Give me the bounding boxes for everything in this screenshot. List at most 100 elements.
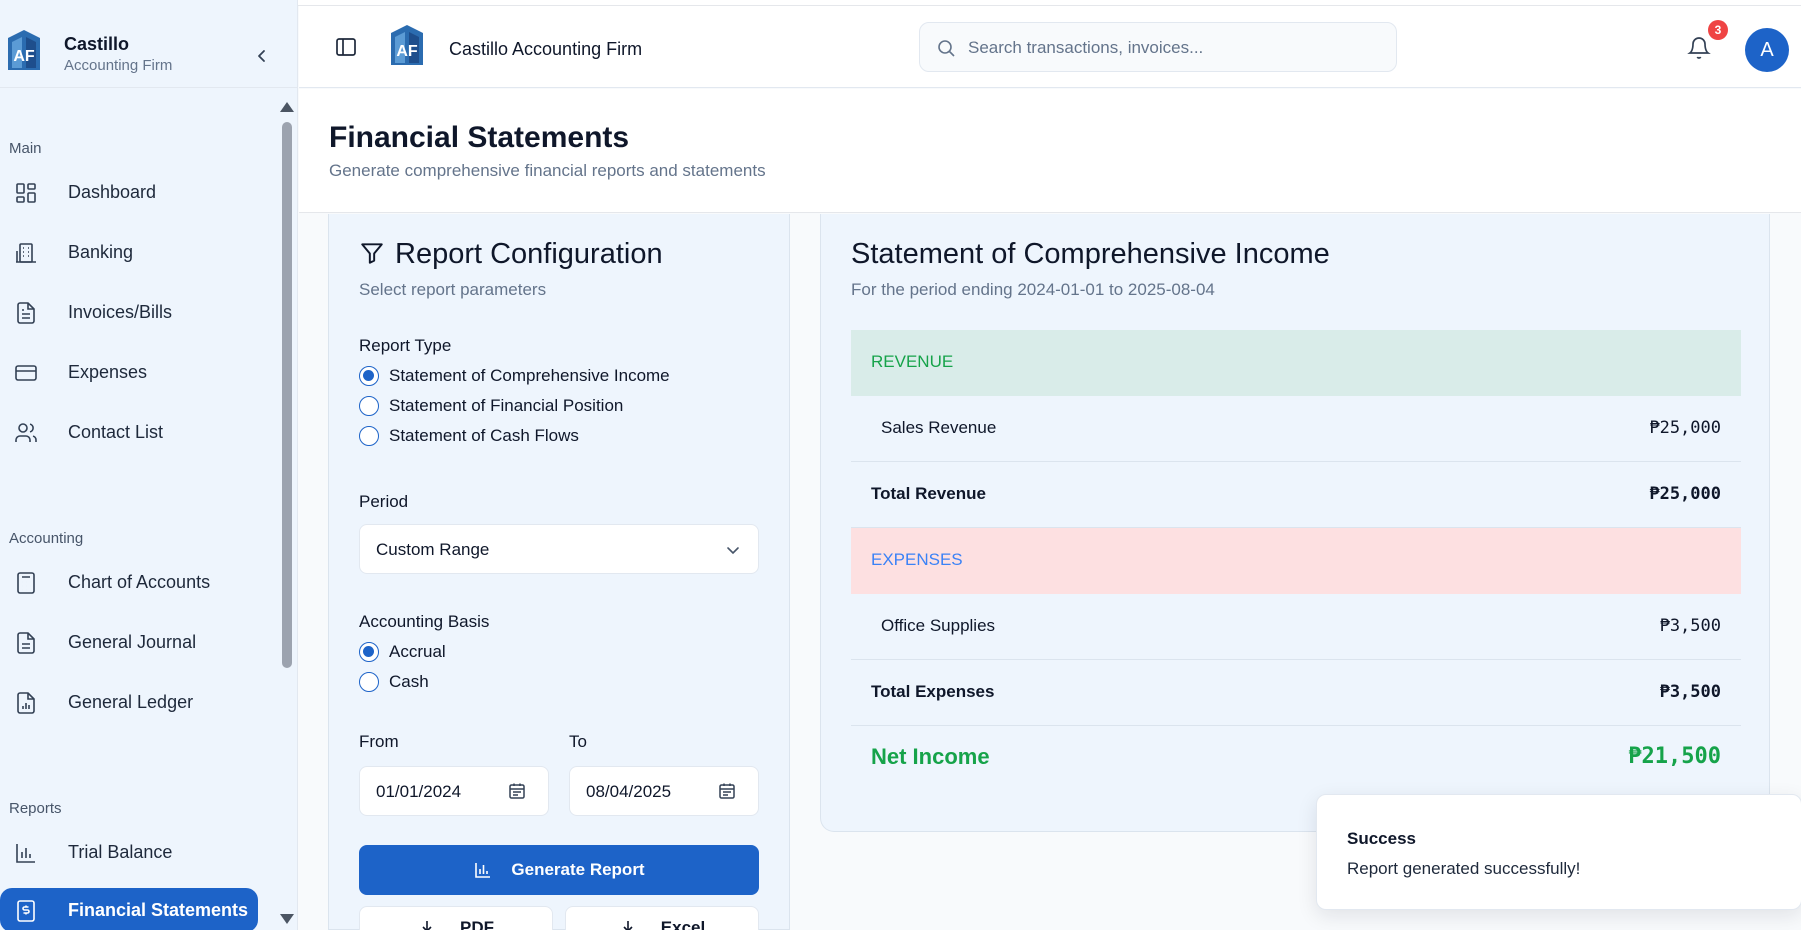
sidebar: AF Castillo Accounting Firm Main Dashboa… (0, 0, 298, 930)
firm-logo-icon: AF (391, 25, 423, 65)
radio-dot[interactable] (359, 426, 379, 446)
line-value: ₱25,000 (1649, 418, 1721, 438)
sidebar-item-label: Contact List (68, 421, 164, 442)
total-revenue-value: ₱25,000 (1649, 484, 1721, 504)
radio-dot[interactable] (359, 672, 379, 692)
total-revenue-label: Total Revenue (871, 484, 986, 503)
generate-report-label: Generate Report (511, 860, 645, 879)
report-type-label: Report Type (359, 336, 452, 355)
sidebar-item-general-ledger[interactable]: General Ledger (0, 680, 258, 724)
page-description: Generate comprehensive financial reports… (329, 161, 766, 180)
statement-card: Statement of Comprehensive Income For th… (820, 214, 1770, 832)
statement-title: Statement of Comprehensive Income (851, 238, 1330, 270)
sidebar-item-label: Trial Balance (68, 841, 173, 862)
chevron-left-icon (258, 50, 265, 62)
line-value: ₱3,500 (1659, 616, 1721, 636)
sidebar-item-dashboard[interactable]: Dashboard (0, 170, 258, 214)
sidebar-scrollbar[interactable] (278, 98, 298, 930)
calendar-icon[interactable] (508, 782, 526, 800)
sidebar-item-invoices-bills[interactable]: Invoices/Bills (0, 290, 258, 334)
users-icon (15, 423, 37, 442)
sidebar-collapse-button[interactable] (250, 44, 274, 68)
scrollbar-thumb[interactable] (282, 122, 292, 668)
total-expenses-label: Total Expenses (871, 682, 995, 701)
radio-dot[interactable] (359, 396, 379, 416)
page-header: Financial Statements Generate comprehens… (299, 89, 1801, 213)
top-header: AF Castillo Accounting Firm 3 A (299, 6, 1801, 88)
sidebar-toggle-icon[interactable] (335, 36, 357, 58)
line-label: Office Supplies (881, 616, 996, 635)
section-label-accounting: Accounting (9, 530, 84, 547)
sidebar-nav: Main Dashboard Banking Invoices/Bills Ex… (0, 98, 280, 930)
accounting-basis-label: Accounting Basis (359, 612, 490, 631)
search-icon (938, 40, 955, 57)
dashboard-icon (16, 183, 36, 203)
radio-cash-flows[interactable]: Statement of Cash Flows (359, 424, 579, 448)
search-input[interactable] (968, 33, 1378, 63)
export-excel-label: Excel (660, 918, 706, 930)
radio-dot-selected[interactable] (359, 366, 379, 386)
sidebar-brand: AF Castillo Accounting Firm (0, 6, 298, 88)
report-configuration-card: Report Configuration Select report param… (328, 214, 790, 930)
radio-dot-selected[interactable] (359, 642, 379, 662)
success-toast[interactable]: Success Report generated successfully! (1316, 794, 1801, 910)
calendar-icon[interactable] (718, 782, 736, 800)
bar-chart-icon (16, 844, 35, 863)
scroll-up-arrow-icon[interactable] (280, 102, 294, 112)
net-income-label: Net Income (871, 744, 990, 769)
radio-label: Cash (389, 672, 429, 691)
to-date-value: 08/04/2025 (586, 782, 672, 801)
statement-period: For the period ending 2024-01-01 to 2025… (851, 280, 1215, 299)
generate-report-button[interactable]: Generate Report (359, 845, 759, 895)
revenue-section-header: REVENUE (851, 330, 1741, 396)
export-pdf-button[interactable]: PDF (359, 906, 553, 930)
download-icon (623, 921, 633, 930)
section-label-main: Main (9, 140, 42, 157)
radio-cash[interactable]: Cash (359, 670, 429, 694)
radio-label: Statement of Comprehensive Income (389, 366, 670, 385)
sidebar-item-chart-of-accounts[interactable]: Chart of Accounts (0, 560, 258, 604)
sidebar-item-contact-list[interactable]: Contact List (0, 410, 258, 454)
period-select-value: Custom Range (376, 540, 490, 559)
user-avatar[interactable]: A (1745, 28, 1789, 72)
expenses-header-label: EXPENSES (871, 550, 963, 569)
credit-card-icon (15, 365, 37, 381)
export-excel-button[interactable]: Excel (565, 906, 759, 930)
brand-name: Castillo (64, 34, 130, 54)
radio-label: Statement of Cash Flows (389, 426, 579, 445)
sidebar-item-general-journal[interactable]: General Journal (0, 620, 258, 664)
from-date-input[interactable]: 01/01/2024 (359, 766, 549, 816)
sidebar-item-trial-balance[interactable]: Trial Balance (0, 830, 258, 874)
sidebar-item-expenses[interactable]: Expenses (0, 350, 258, 394)
sidebar-item-banking[interactable]: Banking (0, 230, 258, 274)
sidebar-item-label: Dashboard (68, 181, 157, 202)
net-income-row: Net Income ₱21,500 (851, 726, 1741, 792)
period-select[interactable]: Custom Range (359, 524, 759, 574)
expenses-section-header: EXPENSES (851, 528, 1741, 594)
radio-comprehensive-income[interactable]: Statement of Comprehensive Income (359, 364, 670, 388)
journal-icon (17, 632, 35, 654)
firm-logo-icon: AF (8, 30, 40, 70)
config-subtitle: Select report parameters (359, 280, 547, 299)
bank-icon (16, 243, 36, 263)
bell-icon[interactable] (1687, 36, 1711, 60)
sidebar-item-label: Invoices/Bills (68, 301, 173, 322)
to-label: To (569, 732, 587, 751)
revenue-header-label: REVENUE (871, 352, 954, 371)
search-box[interactable] (919, 22, 1397, 72)
ledger-icon (17, 692, 35, 714)
sidebar-item-label: Banking (68, 241, 134, 262)
radio-financial-position[interactable]: Statement of Financial Position (359, 394, 623, 418)
download-icon (422, 921, 432, 930)
sidebar-item-financial-statements[interactable]: Financial Statements (0, 888, 258, 930)
bar-chart-icon (475, 863, 491, 878)
page-title: Financial Statements (329, 121, 630, 154)
svg-text:AF: AF (396, 43, 418, 60)
toast-message: Report generated successfully! (1347, 859, 1581, 878)
section-label-reports: Reports (9, 800, 62, 817)
notification-badge: 3 (1708, 20, 1728, 40)
scroll-down-arrow-icon[interactable] (280, 914, 294, 924)
export-pdf-label: PDF (460, 918, 494, 930)
radio-accrual[interactable]: Accrual (359, 640, 446, 664)
to-date-input[interactable]: 08/04/2025 (569, 766, 759, 816)
